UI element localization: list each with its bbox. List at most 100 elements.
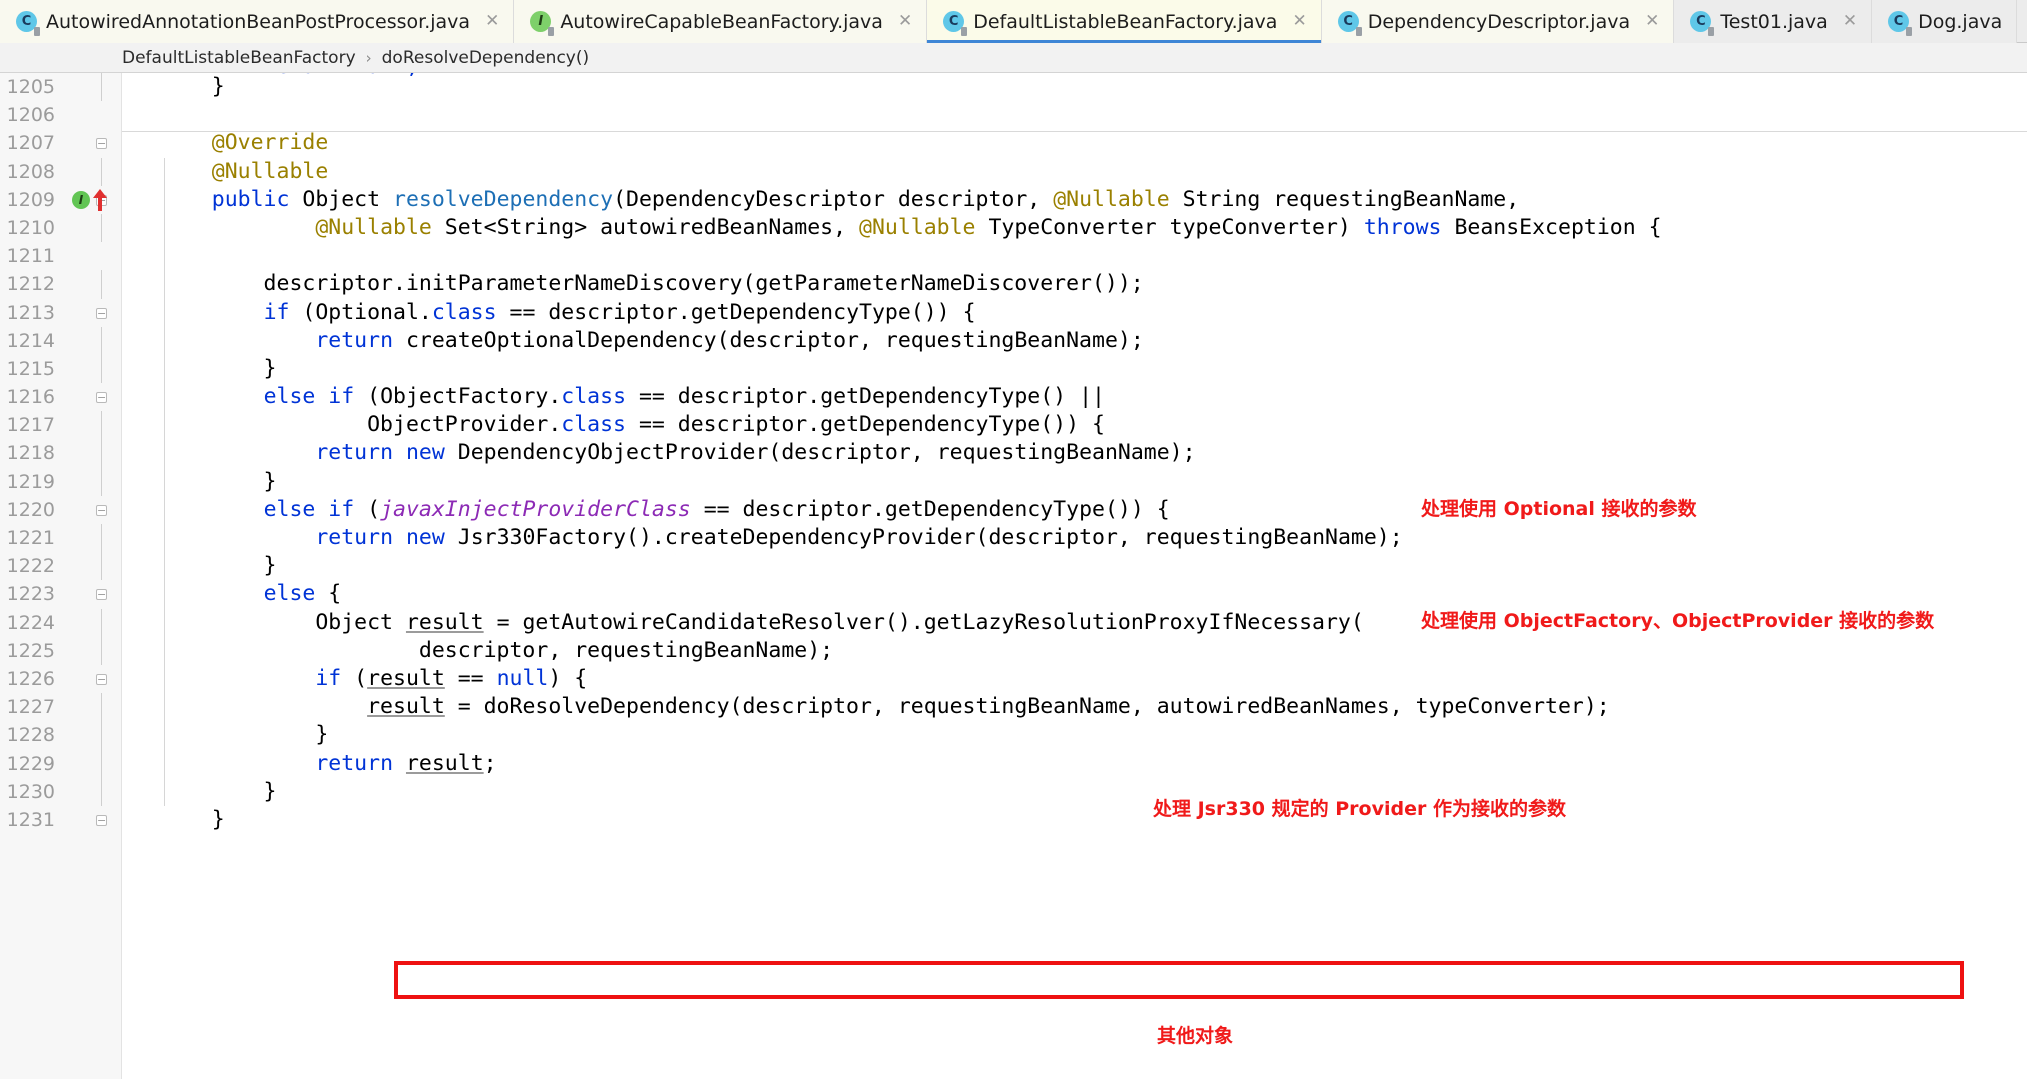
editor-tab-label: DefaultListableBeanFactory.java: [973, 10, 1278, 33]
breadcrumb-method[interactable]: doResolveDependency(): [382, 48, 589, 68]
gutter-row[interactable]: 1212: [0, 270, 121, 299]
line-number: 1225: [6, 639, 55, 662]
gutter-row[interactable]: 1223 −: [0, 580, 121, 608]
code-line[interactable]: }: [160, 73, 2027, 101]
gutter-row[interactable]: 1215: [0, 354, 121, 384]
code-line[interactable]: else if (javaxInjectProviderClass == des…: [160, 496, 2027, 524]
breadcrumb-class[interactable]: DefaultListableBeanFactory: [122, 48, 356, 68]
code-line[interactable]: else if (ObjectFactory.class == descript…: [160, 383, 2027, 411]
fold-collapse-icon[interactable]: −: [96, 504, 107, 516]
partial-code-line: return null;: [160, 73, 419, 81]
code-line[interactable]: }: [160, 721, 2027, 749]
implementing-method-icon[interactable]: I: [72, 190, 90, 209]
fold-region-line: [101, 524, 102, 553]
editor-tab-0[interactable]: C AutowiredAnnotationBeanPostProcessor.ja…: [0, 0, 515, 43]
editor-gutter[interactable]: 120512061207−12081209−I12101211 1212 1213−…: [0, 73, 122, 1079]
gutter-row[interactable]: 1216 −: [0, 383, 121, 411]
editor-tab-label: AutowiredAnnotationBeanPostProcessor.jav…: [46, 10, 471, 33]
line-number: 1212: [6, 273, 55, 296]
gutter-markers: I: [72, 186, 120, 214]
interface-icon: I: [530, 11, 555, 36]
code-line[interactable]: if (result == null) {: [160, 665, 2027, 693]
gutter-row[interactable]: 1217: [0, 411, 121, 440]
gutter-row[interactable]: 1205: [0, 73, 121, 102]
code-line[interactable]: return new DependencyObjectProvider(desc…: [160, 439, 2027, 467]
gutter-row[interactable]: 1220 −: [0, 496, 121, 524]
overriding-method-arrow-icon[interactable]: [92, 188, 108, 212]
code-line[interactable]: }: [160, 468, 2027, 496]
code-line[interactable]: result = doResolveDependency(descriptor,…: [160, 693, 2027, 721]
gutter-row[interactable]: 1227: [0, 693, 121, 722]
close-icon[interactable]: ✕: [1292, 13, 1306, 30]
gutter-row[interactable]: 1225: [0, 636, 121, 665]
line-number: 1227: [6, 696, 55, 719]
code-line[interactable]: return new Jsr330Factory().createDepende…: [160, 524, 2027, 552]
fold-collapse-icon[interactable]: −: [96, 392, 107, 404]
gutter-row[interactable]: 1231 −: [0, 806, 121, 834]
code-line[interactable]: return result;: [160, 750, 2027, 778]
line-number: 1214: [6, 329, 55, 352]
gutter-row[interactable]: 1224: [0, 608, 121, 637]
gutter-row[interactable]: 1206: [0, 101, 121, 129]
fold-collapse-icon[interactable]: −: [96, 589, 107, 601]
code-line[interactable]: else {: [160, 580, 2027, 608]
note-other: 其他对象: [1157, 1025, 1234, 1047]
code-line[interactable]: }: [160, 778, 2027, 806]
code-line[interactable]: if (Optional.class == descriptor.getDepe…: [160, 299, 2027, 327]
code-line[interactable]: descriptor, requestingBeanName);: [160, 637, 2027, 665]
gutter-row[interactable]: 1214: [0, 326, 121, 355]
gutter-row[interactable]: 1207 −: [0, 129, 121, 157]
editor-tab-label: AutowireCapableBeanFactory.java: [560, 10, 883, 33]
gutter-row[interactable]: 1213 −: [0, 299, 121, 327]
gutter-row[interactable]: 1218: [0, 439, 121, 468]
editor-tab-3[interactable]: C DependencyDescriptor.java ✕: [1321, 0, 1675, 43]
gutter-row[interactable]: 1221: [0, 524, 121, 553]
editor-tab-1[interactable]: I AutowireCapableBeanFactory.java ✕: [514, 0, 928, 43]
line-number: 1224: [6, 611, 55, 634]
gutter-row[interactable]: 1210: [0, 213, 121, 243]
gutter-row[interactable]: 1228: [0, 721, 121, 750]
editor-tab-5[interactable]: C Dog.java: [1872, 0, 2018, 43]
editor-tab-label: DependencyDescriptor.java: [1367, 10, 1631, 33]
code-line[interactable]: }: [160, 355, 2027, 383]
code-line[interactable]: public Object resolveDependency(Dependen…: [160, 186, 2027, 214]
close-icon[interactable]: ✕: [1645, 13, 1659, 30]
code-line[interactable]: [160, 101, 2027, 129]
editor-tab-4[interactable]: C Test01.java ✕: [1674, 0, 1873, 43]
close-icon[interactable]: ✕: [898, 13, 912, 30]
editor-tab-2[interactable]: C DefaultListableBeanFactory.java ✕: [927, 0, 1322, 43]
class-icon: C: [1888, 11, 1913, 36]
gutter-row[interactable]: 1208: [0, 157, 121, 186]
line-number: 1216: [6, 386, 55, 409]
gutter-row[interactable]: 1209−I: [0, 186, 121, 214]
close-icon[interactable]: ✕: [1843, 13, 1857, 30]
code-line[interactable]: }: [160, 806, 2027, 834]
code-line[interactable]: [160, 242, 2027, 270]
code-line[interactable]: }: [160, 552, 2027, 580]
gutter-row[interactable]: 1211: [0, 242, 121, 270]
fold-collapse-icon[interactable]: −: [96, 138, 107, 150]
code-editor[interactable]: 120512061207−12081209−I12101211 1212 1213−…: [0, 73, 2027, 1079]
close-icon[interactable]: ✕: [485, 13, 499, 30]
code-line[interactable]: @Nullable Set<String> autowiredBeanNames…: [160, 214, 2027, 242]
code-line[interactable]: return createOptionalDependency(descript…: [160, 327, 2027, 355]
fold-collapse-icon[interactable]: −: [96, 673, 107, 685]
fold-collapse-icon[interactable]: −: [96, 307, 107, 319]
line-number: 1215: [6, 357, 55, 380]
code-line[interactable]: @Nullable: [160, 158, 2027, 186]
fold-region-line: [101, 73, 102, 102]
code-line[interactable]: @Override: [160, 129, 2027, 157]
gutter-row[interactable]: 1226 −: [0, 665, 121, 693]
breadcrumb: DefaultListableBeanFactory › doResolveDe…: [0, 43, 2027, 73]
gutter-row[interactable]: 1219: [0, 467, 121, 496]
class-icon: C: [16, 11, 40, 36]
fold-collapse-icon[interactable]: −: [96, 814, 107, 826]
gutter-row[interactable]: 1230: [0, 777, 121, 806]
code-line[interactable]: descriptor.initParameterNameDiscovery(ge…: [160, 270, 2027, 298]
code-text-area[interactable]: return null; } @Override @Nullable publi…: [122, 73, 2027, 1079]
indent-guide: [164, 157, 165, 807]
gutter-row[interactable]: 1229: [0, 749, 121, 778]
fold-region-line: [101, 608, 102, 637]
gutter-row[interactable]: 1222: [0, 552, 121, 581]
code-line[interactable]: ObjectProvider.class == descriptor.getDe…: [160, 411, 2027, 439]
